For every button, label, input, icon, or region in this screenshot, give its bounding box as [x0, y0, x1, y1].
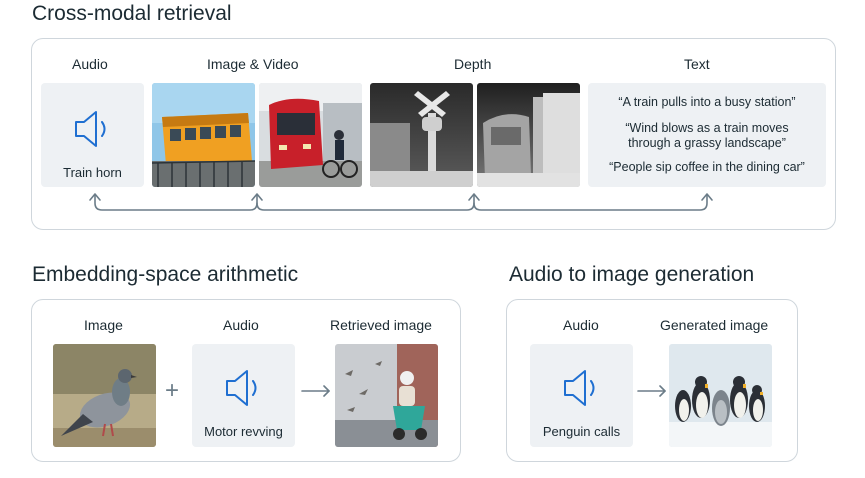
caption-quote-1: “A train pulls into a busy station” — [618, 95, 796, 109]
speaker-icon — [564, 370, 595, 406]
caption-quote-3: “People sip coffee in the dining car” — [609, 160, 805, 174]
generation-title: Audio to image generation — [509, 263, 755, 286]
audio-column-label: Audio — [72, 56, 108, 72]
arrow-right-icon — [637, 385, 666, 397]
speaker-icon — [75, 111, 106, 147]
motor-revving-audio-tile: Motor revving — [192, 344, 295, 447]
penguin-colony-image — [669, 344, 772, 447]
arrow-right-icon — [301, 385, 330, 397]
train-horn-audio-tile: Train horn — [41, 83, 144, 187]
caption-quote-2: “Wind blows as a train moves through a g… — [625, 121, 789, 150]
motor-revving-caption: Motor revving — [204, 424, 283, 439]
plus-icon: + — [165, 377, 180, 404]
text-column-label: Text — [684, 56, 710, 72]
depth-column-label: Depth — [454, 56, 492, 72]
cross-modal-connector — [89, 193, 713, 211]
penguin-calls-caption: Penguin calls — [542, 424, 621, 439]
red-train-image — [259, 83, 362, 187]
penguin-calls-audio-tile: Penguin calls — [530, 344, 633, 447]
generation-panel: Audio Generated image Penguin calls — [506, 299, 798, 462]
audio-column-label: Audio — [223, 317, 259, 333]
generated-image-column-label: Generated image — [660, 317, 769, 333]
retrieved-image-column-label: Retrieved image — [330, 317, 432, 333]
audio-column-label: Audio — [563, 317, 599, 333]
arithmetic-panel: Image Audio Retrieved image + Motor revv… — [31, 299, 461, 462]
depth-map-train-image — [477, 83, 580, 187]
cross-modal-title: Cross-modal retrieval — [32, 2, 232, 25]
pigeon-image — [53, 344, 156, 447]
train-horn-caption: Train horn — [63, 165, 122, 180]
image-video-column-label: Image & Video — [207, 56, 299, 72]
arithmetic-title: Embedding-space arithmetic — [32, 263, 299, 286]
image-column-label: Image — [84, 317, 123, 333]
speaker-icon — [226, 370, 257, 406]
text-captions-tile: “A train pulls into a busy station” “Win… — [588, 83, 826, 187]
yellow-train-image — [152, 83, 255, 187]
scooter-rider-image — [335, 344, 438, 447]
depth-map-crossing-image — [370, 83, 473, 187]
cross-modal-panel: Audio Image & Video Depth Text Train hor… — [31, 38, 836, 230]
